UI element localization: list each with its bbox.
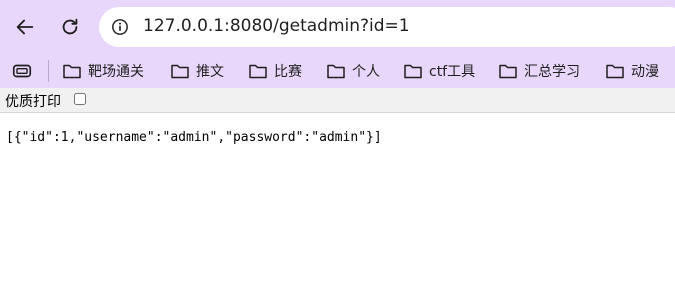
quality-print-checkbox[interactable] [74,93,86,105]
folder-icon [249,64,267,79]
browser-toolbar: 127.0.0.1:8080/getadmin?id=1 [0,0,675,54]
bookmark-folder-5[interactable]: 汇总学习 [498,59,580,83]
bookmark-label: ctf工具 [429,64,476,80]
folder-icon [499,64,517,79]
bookmark-label: 靶场通关 [88,64,144,80]
back-button[interactable] [8,10,42,44]
bookmarks-separator [48,60,49,82]
folder-icon [404,64,422,79]
bookmark-label: 动漫 [631,64,659,80]
folder-icon [171,64,189,79]
bookmark-folder-0[interactable]: 靶场通关 [62,59,144,83]
bookmark-folder-6[interactable]: 动漫 [605,59,659,83]
bookmark-label: 个人 [352,64,380,80]
bookmark-folder-2[interactable]: 比赛 [248,59,302,83]
info-icon[interactable] [111,18,129,36]
bookmark-folder-4[interactable]: ctf工具 [403,59,475,83]
bookmark-label: 推文 [196,64,224,80]
folder-icon [327,64,345,79]
bookmark-label: 汇总学习 [524,64,580,80]
arrow-left-icon [16,19,34,35]
json-response-text: [{"id":1,"username":"admin","password":"… [6,130,382,145]
bookmark-folder-3[interactable]: 个人 [326,59,380,83]
tab-group-icon[interactable] [11,60,33,82]
reload-icon [62,18,78,35]
bookmarks-bar: 靶场通关 推文 比赛 个人 ctf工具 汇总学习 动漫 [0,54,675,88]
folder-icon [606,64,624,79]
print-toolbar: 优质打印 [0,88,675,113]
bookmark-folder-1[interactable]: 推文 [170,59,224,83]
address-bar[interactable]: 127.0.0.1:8080/getadmin?id=1 [99,7,675,47]
folder-icon [63,64,81,79]
quality-print-label: 优质打印 [5,94,61,110]
url-text[interactable]: 127.0.0.1:8080/getadmin?id=1 [143,16,410,36]
bookmark-label: 比赛 [274,64,302,80]
reload-button[interactable] [53,10,87,44]
